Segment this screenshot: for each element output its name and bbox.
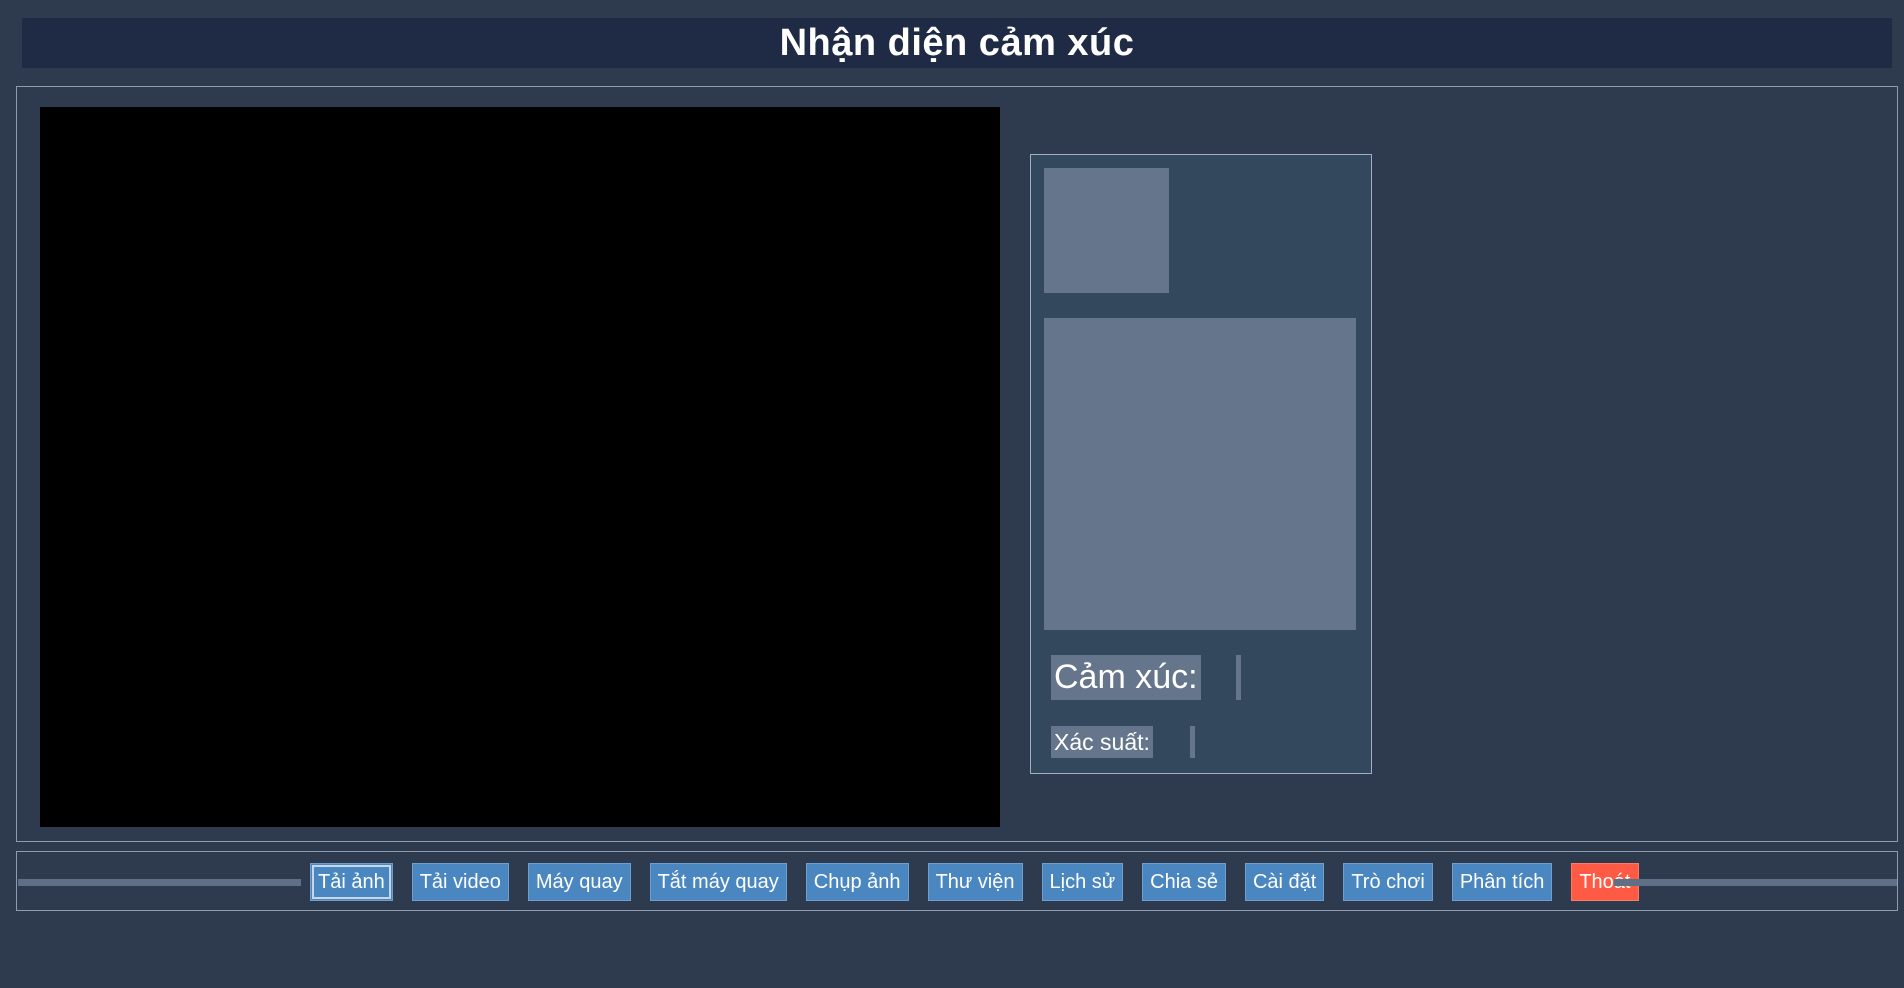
game-button[interactable]: Trò chơi: [1343, 863, 1433, 901]
library-button[interactable]: Thư viện: [927, 863, 1023, 901]
toolbar: Tải ảnh Tải video Máy quay Tắt máy quay …: [16, 851, 1898, 911]
probability-value: [1190, 726, 1195, 758]
camera-button[interactable]: Máy quay: [527, 863, 631, 901]
emotion-value: [1236, 655, 1241, 700]
video-display: [40, 107, 1000, 827]
toolbar-buttons: Tải ảnh Tải video Máy quay Tắt máy quay …: [310, 863, 1639, 901]
toolbar-divider-right: [1614, 879, 1897, 886]
load-video-button[interactable]: Tải video: [411, 863, 509, 901]
emotion-label: Cảm xúc:: [1051, 655, 1201, 700]
app-title: Nhận diện cảm xúc: [779, 21, 1135, 64]
main-frame: Cảm xúc: Xác suất:: [16, 86, 1898, 842]
face-preview: [1044, 318, 1356, 630]
camera-off-button[interactable]: Tắt máy quay: [649, 863, 787, 901]
app-window: Nhận diện cảm xúc Cảm xúc: Xác suất: Tải…: [0, 0, 1904, 988]
analysis-button[interactable]: Phân tích: [1451, 863, 1553, 901]
load-image-button[interactable]: Tải ảnh: [310, 863, 393, 901]
history-button[interactable]: Lịch sử: [1041, 863, 1124, 901]
probability-label: Xác suất:: [1051, 726, 1153, 758]
result-panel: Cảm xúc: Xác suất:: [1030, 154, 1372, 774]
toolbar-divider-left: [18, 879, 301, 886]
face-thumbnail: [1044, 168, 1169, 293]
title-bar: Nhận diện cảm xúc: [22, 18, 1892, 68]
capture-button[interactable]: Chụp ảnh: [805, 863, 909, 901]
settings-button[interactable]: Cài đặt: [1244, 863, 1325, 901]
share-button[interactable]: Chia sẻ: [1142, 863, 1226, 901]
